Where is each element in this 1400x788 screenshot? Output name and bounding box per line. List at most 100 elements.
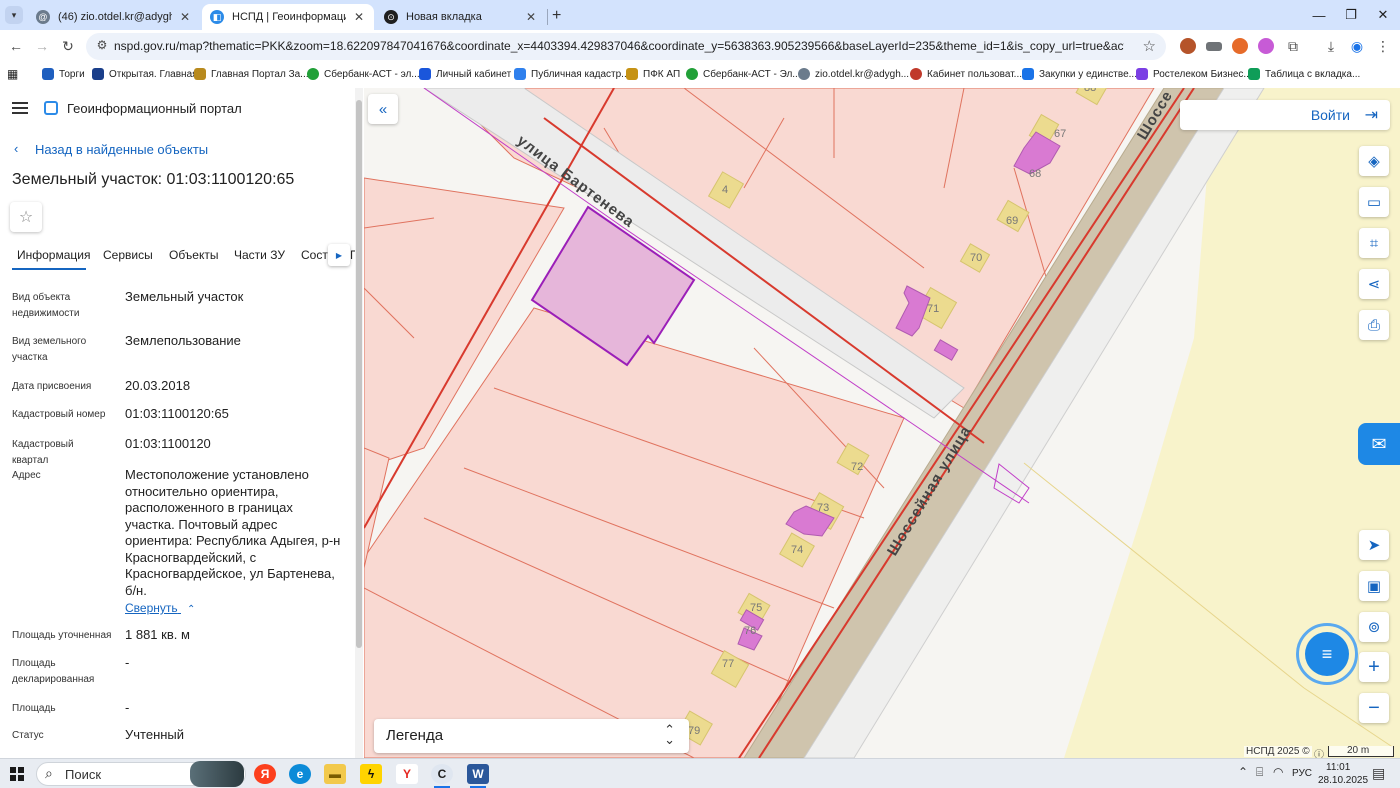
bookmark-user-cabinet[interactable]: Кабинет пользоват... [910, 66, 1022, 82]
bookmark-cabinet[interactable]: Личный кабинет [419, 66, 511, 82]
feedback-icon: ✉ [1371, 433, 1387, 454]
notifications-icon[interactable]: ▤ [1372, 765, 1385, 782]
download-icon[interactable]: ⤓ [1320, 35, 1342, 57]
field-label: Кадастровый номер [12, 409, 106, 420]
print-button[interactable]: ⎙ [1359, 310, 1389, 340]
network-icon[interactable]: ⌸ [1256, 765, 1263, 780]
tab-search-button[interactable]: ▾ [5, 6, 23, 24]
info-icon[interactable]: ⓘ [1314, 746, 1324, 758]
favorite-button[interactable]: ☆ [10, 202, 42, 232]
minimap-button[interactable]: ▣ [1359, 571, 1389, 601]
bookmark-label: Главная Портал За... [211, 68, 309, 80]
house-number: 71 [927, 303, 940, 315]
bookmark-star-icon[interactable]: ☆ [1143, 37, 1156, 55]
new-tab-plus-icon[interactable]: + [552, 7, 561, 25]
bookmark-otkrytaya[interactable]: Открытая. Главная [92, 66, 198, 82]
tab-mail[interactable]: @ (46) zio.otdel.kr@adygheya.gov ✕ [28, 4, 200, 30]
copyright-text: НСПД 2025 © [1244, 746, 1312, 757]
tab-information[interactable]: Информация [17, 248, 90, 262]
url-text[interactable]: nspd.gov.ru/map?thematic=PKK&zoom=18.622… [114, 39, 1124, 53]
wifi-icon[interactable]: ◠ [1273, 765, 1283, 779]
bookmark-sber-1[interactable]: Сбербанк-АСТ - эл... [307, 66, 420, 82]
cadastral-map[interactable]: улица Бартенева Шоссейная улица Шоссе 4 … [364, 88, 1400, 758]
tab-new[interactable]: ⊙ Новая вкладка ✕ [376, 4, 546, 30]
tab-parts[interactable]: Части ЗУ [234, 248, 285, 262]
hamburger-menu-icon[interactable] [12, 102, 28, 114]
extension-4-icon[interactable] [1258, 38, 1274, 54]
geolocation-button[interactable]: ➤ [1359, 530, 1389, 560]
windows-start-icon[interactable] [10, 767, 24, 781]
address-bar[interactable]: ⚙ nspd.gov.ru/map?thematic=PKK&zoom=18.6… [86, 33, 1166, 60]
bookmark-purchases[interactable]: Закупки у единстве... [1022, 66, 1137, 82]
close-window-icon[interactable]: ✕ [1360, 0, 1400, 30]
menu-dots-icon[interactable]: ⋮ [1372, 35, 1394, 57]
bookmark-sheet[interactable]: Таблица с вкладка... [1248, 66, 1360, 82]
language-indicator[interactable]: РУС [1292, 768, 1312, 779]
tab-services[interactable]: Сервисы [103, 248, 153, 262]
collapse-panel-button[interactable]: « [368, 94, 398, 124]
bookmark-pfk[interactable]: ПФК АП [626, 66, 680, 82]
bookmark-portal[interactable]: Главная Портал За... [194, 66, 309, 82]
reload-icon[interactable]: ↻ [57, 35, 79, 57]
house-number: 74 [791, 544, 804, 556]
bookmark-label: Кабинет пользоват... [927, 68, 1022, 80]
extension-3-icon[interactable] [1232, 38, 1248, 54]
bookmark-cadastre[interactable]: Публичная кадастр... [514, 66, 630, 82]
legend-dropdown[interactable]: Легенда ⌃ ⌄ [374, 719, 689, 753]
close-icon[interactable]: ✕ [352, 10, 366, 24]
word-icon[interactable]: W [467, 764, 489, 784]
back-arrow-icon[interactable]: ← [5, 35, 27, 57]
zoom-out-button[interactable]: − [1359, 693, 1389, 723]
torgi-icon [42, 68, 54, 80]
apps-grid-icon[interactable]: ▦ [7, 66, 18, 82]
panel-scrollbar-thumb[interactable] [356, 100, 362, 648]
close-icon[interactable]: ✕ [178, 10, 192, 24]
yandex-browser-icon[interactable]: Я [254, 764, 276, 784]
bookmark-mail[interactable]: zio.otdel.kr@adygh... [798, 66, 909, 82]
tray-chevron-icon[interactable]: ⌃ [1238, 765, 1248, 779]
layers-button[interactable]: ◈ [1359, 146, 1389, 176]
forward-arrow-icon[interactable]: → [31, 35, 53, 57]
field-value: 01:03:1100120 [125, 436, 211, 451]
bookmarks-bar: ▦ Торги Открытая. Главная Главная Портал… [0, 62, 1400, 86]
close-icon[interactable]: ✕ [524, 10, 538, 24]
back-to-results-link[interactable]: Назад в найденные объекты [35, 142, 208, 157]
zoom-in-button[interactable]: + [1359, 652, 1389, 682]
sber-icon [307, 68, 319, 80]
field-label: Дата присвоения [12, 381, 92, 392]
tab-composition[interactable]: Соста [301, 248, 331, 262]
file-explorer-icon[interactable]: ▬ [324, 764, 346, 784]
locate-point-button[interactable]: ⊚ [1359, 612, 1389, 642]
area-select-button[interactable]: ⌗ [1359, 228, 1389, 258]
bookmark-sber-2[interactable]: Сбербанк-АСТ - Эл... [686, 66, 801, 82]
tab-objects[interactable]: Объекты [169, 248, 219, 262]
extension-1-icon[interactable] [1180, 38, 1196, 54]
profile-icon[interactable]: ◉ [1346, 35, 1368, 57]
portal-title: Геоинформационный портал [67, 101, 242, 116]
bookmark-rostelecom[interactable]: Ростелеком Бизнес... [1136, 66, 1252, 82]
emblem-icon [194, 68, 206, 80]
site-info-icon[interactable]: ⚙ [94, 38, 110, 54]
chrome-taskbar-icon[interactable]: C [431, 764, 453, 784]
clock-time[interactable]: 11:01 [1326, 762, 1350, 773]
tab-nspd[interactable]: ◧ НСПД | Геоинформационный ✕ [202, 4, 374, 30]
yandex-icon[interactable]: Y [396, 764, 418, 784]
clock-date[interactable]: 28.10.2025 [1318, 775, 1368, 786]
collapse-link[interactable]: Свернуть ⌃ [125, 601, 195, 615]
tabs-scroll-right-button[interactable]: ▶ [328, 244, 350, 266]
bookmark-torgi[interactable]: Торги [42, 66, 85, 82]
field-label: Вид земельного участка [12, 336, 87, 363]
chevron-left-icon[interactable]: ‹ [14, 141, 18, 156]
login-button[interactable]: Войти ⇥ [1180, 100, 1390, 130]
cabinet-icon [419, 68, 431, 80]
edge-icon[interactable]: e [289, 764, 311, 784]
chat-assistant-button[interactable]: ≡ [1296, 623, 1358, 685]
feedback-tab-button[interactable]: ✉ [1358, 423, 1400, 465]
extensions-puzzle-icon[interactable]: ⧉ [1282, 35, 1304, 57]
extension-2-icon[interactable] [1206, 42, 1222, 51]
sber-icon [686, 68, 698, 80]
ruler-button[interactable]: ▭ [1359, 187, 1389, 217]
share-button[interactable]: ⋖ [1359, 269, 1389, 299]
map-canvas[interactable] [364, 88, 1400, 758]
app-lightning-icon[interactable]: ϟ [360, 764, 382, 784]
